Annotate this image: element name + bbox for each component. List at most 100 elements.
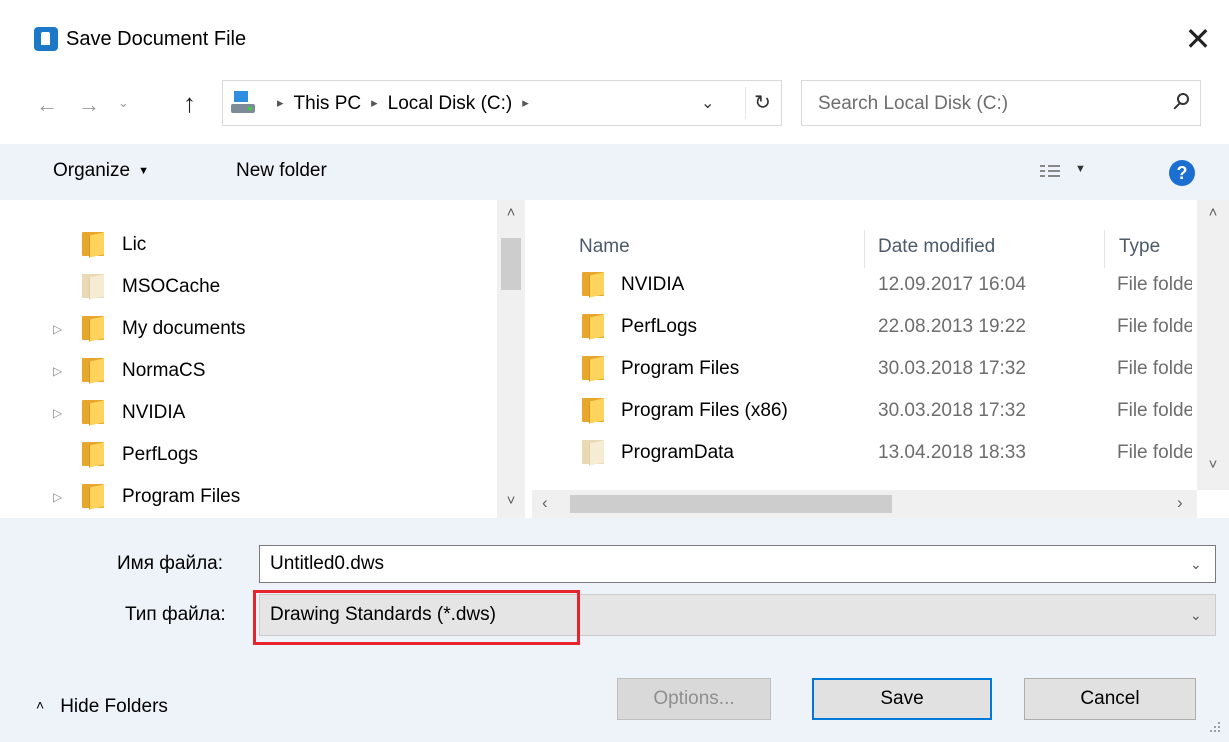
tree-item-label: Program Files bbox=[122, 486, 241, 507]
column-divider[interactable] bbox=[1104, 230, 1105, 268]
navigation-pane[interactable]: Lic MSOCache ▷ My documents ▷ NormaCS ▷ … bbox=[0, 200, 528, 518]
file-list[interactable]: Name Date modified Type NVIDIA 12.09.201… bbox=[532, 200, 1229, 518]
tree-item-perflogs[interactable]: PerfLogs bbox=[0, 438, 490, 478]
scroll-right-icon[interactable]: › bbox=[1177, 493, 1183, 513]
resize-grip-icon[interactable] bbox=[1206, 718, 1222, 734]
column-header-type[interactable]: Type bbox=[1119, 236, 1160, 258]
help-icon[interactable]: ? bbox=[1169, 160, 1195, 186]
scroll-thumb[interactable] bbox=[501, 238, 521, 290]
scroll-down-icon[interactable]: ˅ bbox=[497, 492, 525, 509]
organize-button[interactable]: Organize ▼ bbox=[53, 160, 149, 182]
scroll-down-icon[interactable]: ˅ bbox=[1197, 456, 1229, 473]
search-input[interactable]: Search Local Disk (C:) bbox=[818, 93, 1008, 115]
file-type: File folder bbox=[1117, 358, 1192, 379]
forward-arrow-icon[interactable]: → bbox=[78, 92, 100, 118]
breadcrumb-separator-icon[interactable]: ▸ bbox=[371, 95, 378, 110]
hide-folders-button[interactable]: ˄ Hide Folders bbox=[36, 696, 168, 718]
breadcrumb-separator-icon[interactable]: ▸ bbox=[522, 95, 529, 110]
folder-icon bbox=[82, 316, 104, 342]
chevron-up-icon: ˄ bbox=[36, 697, 45, 713]
scroll-thumb[interactable] bbox=[570, 495, 892, 513]
folder-icon bbox=[82, 484, 104, 510]
expand-arrow-icon[interactable]: ▷ bbox=[53, 490, 62, 504]
filename-field[interactable]: Untitled0.dws ⌄ bbox=[259, 545, 1216, 583]
app-icon bbox=[34, 27, 58, 51]
file-row[interactable]: PerfLogs 22.08.2013 19:22 File folder bbox=[532, 308, 1192, 348]
tree-item-label: NormaCS bbox=[122, 360, 206, 381]
column-header-name[interactable]: Name bbox=[579, 236, 630, 258]
file-type: File folder bbox=[1117, 274, 1192, 295]
back-arrow-icon[interactable]: ← bbox=[36, 92, 58, 118]
file-date: 30.03.2018 17:32 bbox=[878, 358, 1026, 379]
search-icon[interactable] bbox=[1170, 91, 1194, 115]
save-button[interactable]: Save bbox=[812, 678, 992, 720]
new-folder-button[interactable]: New folder bbox=[236, 160, 327, 182]
scroll-up-icon[interactable]: ˄ bbox=[497, 204, 525, 221]
file-date: 13.04.2018 18:33 bbox=[878, 442, 1026, 463]
file-name: Program Files (x86) bbox=[621, 400, 788, 421]
tree-item-program-files[interactable]: ▷ Program Files bbox=[0, 480, 490, 518]
window-title: Save Document File bbox=[66, 28, 247, 50]
folder-icon bbox=[582, 272, 604, 298]
refresh-icon[interactable]: ↻ bbox=[745, 87, 779, 119]
file-name: ProgramData bbox=[621, 442, 734, 463]
view-options-icon[interactable] bbox=[1040, 164, 1060, 180]
scroll-up-icon[interactable]: ˄ bbox=[1197, 204, 1229, 221]
tree-scrollbar[interactable]: ˄ ˅ bbox=[497, 200, 525, 518]
chevron-down-icon[interactable]: ⌄ bbox=[1190, 556, 1202, 573]
scroll-left-icon[interactable]: ‹ bbox=[542, 493, 548, 513]
file-row[interactable]: Program Files 30.03.2018 17:32 File fold… bbox=[532, 350, 1192, 390]
folder-icon bbox=[82, 274, 104, 300]
save-dialog: Save Document File ✕ ← → ⌄ ↑ ▸ This PC ▸ Lo… bbox=[0, 0, 1229, 742]
recent-locations-icon[interactable]: ⌄ bbox=[118, 95, 129, 111]
tree-item-my-documents[interactable]: ▷ My documents bbox=[0, 312, 490, 352]
expand-arrow-icon[interactable]: ▷ bbox=[53, 364, 62, 378]
save-options-panel: Имя файла: Untitled0.dws ⌄ Тип файла: Dr… bbox=[0, 518, 1229, 742]
column-divider[interactable] bbox=[864, 230, 865, 268]
tree-item-nvidia[interactable]: ▷ NVIDIA bbox=[0, 396, 490, 436]
file-type: File folder bbox=[1117, 400, 1192, 421]
filename-input[interactable]: Untitled0.dws bbox=[270, 553, 384, 575]
search-box[interactable]: Search Local Disk (C:) bbox=[801, 80, 1201, 126]
tree-item-label: Lic bbox=[122, 234, 147, 255]
file-row[interactable]: Program Files (x86) 30.03.2018 17:32 Fil… bbox=[532, 392, 1192, 432]
close-icon[interactable]: ✕ bbox=[1178, 20, 1218, 58]
cancel-button[interactable]: Cancel bbox=[1024, 678, 1196, 720]
horizontal-scrollbar[interactable]: ‹ › bbox=[532, 490, 1197, 518]
options-button[interactable]: Options... bbox=[617, 678, 771, 720]
file-name: PerfLogs bbox=[621, 316, 698, 337]
command-bar: Organize ▼ New folder ▼ ? bbox=[0, 144, 1229, 200]
folder-icon bbox=[82, 358, 104, 384]
view-dropdown-icon[interactable]: ▼ bbox=[1075, 163, 1086, 175]
breadcrumb: ▸ This PC ▸ Local Disk (C:) ▸ bbox=[267, 93, 539, 115]
address-bar[interactable]: ▸ This PC ▸ Local Disk (C:) ▸ ⌄ ↻ bbox=[222, 80, 782, 126]
breadcrumb-local-disk[interactable]: Local Disk (C:) bbox=[388, 93, 513, 114]
column-header-date[interactable]: Date modified bbox=[878, 236, 995, 258]
highlight-box bbox=[253, 590, 580, 645]
tree-item-label: My documents bbox=[122, 318, 246, 339]
chevron-down-icon[interactable]: ⌄ bbox=[1190, 607, 1202, 624]
tree-item-msocache[interactable]: MSOCache bbox=[0, 270, 490, 310]
file-type: File folder bbox=[1117, 442, 1192, 463]
expand-arrow-icon[interactable]: ▷ bbox=[53, 322, 62, 336]
tree-item-label: NVIDIA bbox=[122, 402, 186, 423]
hide-folders-label: Hide Folders bbox=[60, 696, 168, 717]
organize-label: Organize bbox=[53, 160, 131, 181]
folder-icon bbox=[82, 400, 104, 426]
filetype-label: Тип файла: bbox=[125, 604, 226, 625]
filename-label: Имя файла: bbox=[117, 553, 224, 574]
up-arrow-icon[interactable]: ↑ bbox=[183, 88, 196, 119]
address-dropdown-icon[interactable]: ⌄ bbox=[701, 93, 714, 113]
folder-icon bbox=[82, 442, 104, 468]
file-list-scrollbar[interactable]: ˄ ˅ bbox=[1197, 200, 1229, 490]
caret-down-icon: ▼ bbox=[138, 165, 149, 177]
file-type: File folder bbox=[1117, 316, 1192, 337]
tree-item-lic[interactable]: Lic bbox=[0, 228, 490, 268]
expand-arrow-icon[interactable]: ▷ bbox=[53, 406, 62, 420]
file-date: 22.08.2013 19:22 bbox=[878, 316, 1026, 337]
file-row[interactable]: NVIDIA 12.09.2017 16:04 File folder bbox=[532, 266, 1192, 306]
folder-icon bbox=[582, 314, 604, 340]
tree-item-normacs[interactable]: ▷ NormaCS bbox=[0, 354, 490, 394]
breadcrumb-this-pc[interactable]: This PC bbox=[294, 93, 362, 114]
file-row[interactable]: ProgramData 13.04.2018 18:33 File folder bbox=[532, 434, 1192, 474]
